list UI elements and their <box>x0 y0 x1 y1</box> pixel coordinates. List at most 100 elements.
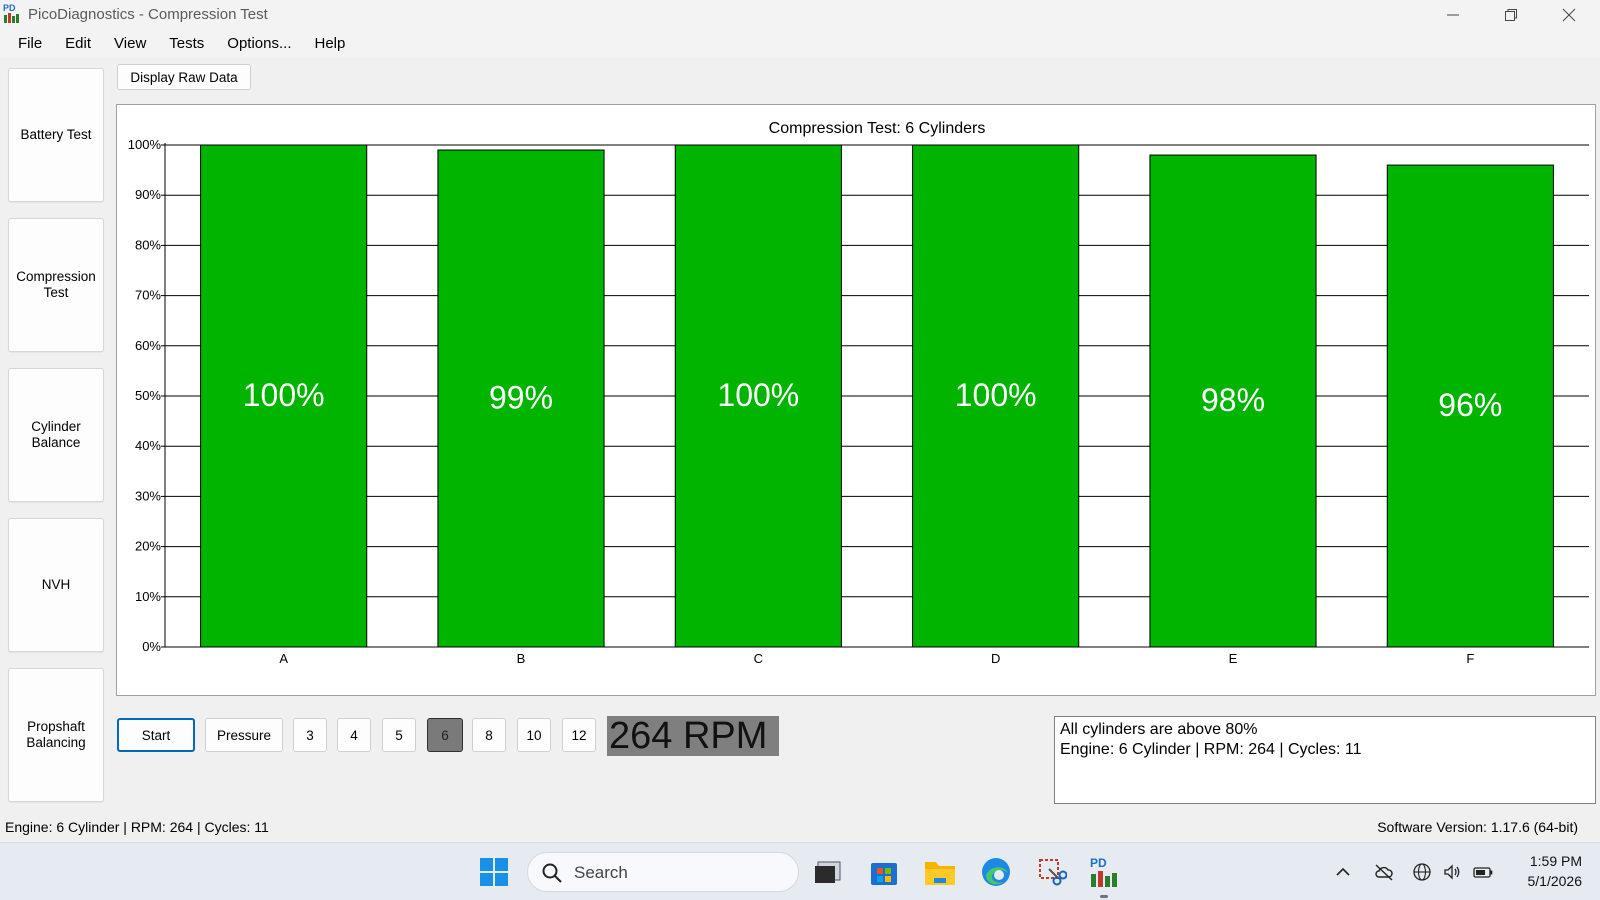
bar-data-label: 96% <box>1438 387 1502 423</box>
x-tick-label: B <box>517 651 526 666</box>
cylinders-10-button[interactable]: 10 <box>517 718 551 752</box>
snipping-tool-button[interactable] <box>1036 856 1068 888</box>
clock-date: 5/1/2026 <box>1527 873 1583 889</box>
menu-view[interactable]: View <box>114 30 146 58</box>
chevron-up-icon[interactable] <box>1333 862 1353 882</box>
edge-browser-button[interactable] <box>980 856 1012 888</box>
network-globe-icon[interactable] <box>1412 862 1432 882</box>
active-app-indicator <box>1100 895 1108 898</box>
y-tick-label: 50% <box>135 388 161 403</box>
edge-icon <box>982 858 1010 886</box>
restore-button[interactable] <box>1482 0 1540 30</box>
cylinders-6-label: 6 <box>441 727 449 743</box>
y-tick-label: 0% <box>142 639 161 654</box>
pressure-button[interactable]: Pressure <box>205 718 283 752</box>
menu-help[interactable]: Help <box>315 30 346 58</box>
svg-text:PD: PD <box>1090 856 1107 870</box>
y-tick-label: 40% <box>135 438 161 453</box>
compression-chart: Compression Test: 6 Cylinders 0% 10% 20% 30%… <box>128 120 1589 666</box>
y-tick-label: 80% <box>135 237 161 252</box>
menu-edit[interactable]: Edit <box>65 30 91 58</box>
start-button[interactable]: Start <box>117 718 195 752</box>
status-software-version: Software Version: 1.17.6 (64-bit) <box>1377 819 1578 835</box>
task-view-button[interactable] <box>812 856 844 888</box>
y-tick-label: 20% <box>135 539 161 554</box>
bar-data-label: 100% <box>243 377 325 413</box>
pressure-label: Pressure <box>216 727 272 743</box>
y-tick-label: 30% <box>135 488 161 503</box>
start-label: Start <box>141 727 171 743</box>
minimize-icon <box>1447 14 1459 16</box>
battery-test-label: Battery Test <box>20 127 92 142</box>
folder-icon <box>925 862 955 885</box>
app-icon: PD <box>3 2 21 23</box>
bar-data-label: 100% <box>717 377 799 413</box>
taskbar-search[interactable]: Search <box>527 852 799 892</box>
restore-icon <box>1505 9 1517 21</box>
status-engine-info: Engine: 6 Cylinder | RPM: 264 | Cycles: … <box>5 819 269 835</box>
y-tick-label: 90% <box>135 187 161 202</box>
volume-icon[interactable] <box>1442 862 1462 882</box>
cylinders-12-button[interactable]: 12 <box>562 718 596 752</box>
search-icon <box>542 863 562 883</box>
y-tick-label: 60% <box>135 338 161 353</box>
cylinders-8-label: 8 <box>485 727 493 743</box>
bar-data-label: 100% <box>955 377 1037 413</box>
compression-chart-panel: Compression Test: 6 Cylinders 0% 10% 20% 30%… <box>116 104 1596 696</box>
windows-logo-icon <box>480 858 508 886</box>
x-tick-label: D <box>991 651 1000 666</box>
taskbar-clock[interactable]: 1:59 PM 5/1/2026 <box>1506 851 1583 891</box>
chart-title: Compression Test: 6 Cylinders <box>769 120 986 137</box>
cylinders-3-label: 3 <box>306 727 314 743</box>
client-area: Battery Test Compression Test Cylinder B… <box>0 58 1600 842</box>
bar-data-label: 99% <box>489 380 553 416</box>
cylinder-balance-button[interactable]: Cylinder Balance <box>8 368 104 502</box>
y-tick-label: 10% <box>135 589 161 604</box>
window-title: PicoDiagnostics - Compression Test <box>28 6 268 23</box>
cylinders-10-label: 10 <box>526 727 542 743</box>
cylinder-balance-label: Cylinder Balance <box>31 419 81 450</box>
cylinders-4-button[interactable]: 4 <box>337 718 371 752</box>
menu-tests[interactable]: Tests <box>169 30 204 58</box>
start-menu-button[interactable] <box>478 856 510 888</box>
title-bar: PD PicoDiagnostics - Compression Test <box>0 0 1600 30</box>
result-engine-info: Engine: 6 Cylinder | RPM: 264 | Cycles: … <box>1060 741 1362 758</box>
cylinders-6-button[interactable]: 6 <box>427 718 463 752</box>
propshaft-balancing-button[interactable]: Propshaft Balancing <box>8 668 104 802</box>
minimize-button[interactable] <box>1424 0 1482 30</box>
cylinders-4-label: 4 <box>350 727 358 743</box>
battery-test-button[interactable]: Battery Test <box>8 68 104 202</box>
snipping-tool-icon <box>1039 859 1067 886</box>
cylinders-8-button[interactable]: 8 <box>472 718 506 752</box>
display-raw-data-button[interactable]: Display Raw Data <box>117 64 251 90</box>
result-summary: All cylinders are above 80% <box>1060 721 1258 738</box>
file-explorer-button[interactable] <box>924 856 956 888</box>
menu-options[interactable]: Options... <box>227 30 291 58</box>
compression-test-label: Compression Test <box>16 269 96 300</box>
x-tick-label: F <box>1466 651 1474 666</box>
compression-test-button[interactable]: Compression Test <box>8 218 104 352</box>
display-raw-data-label: Display Raw Data <box>130 69 238 85</box>
cloud-offline-icon[interactable] <box>1374 862 1394 882</box>
task-view-icon <box>815 861 841 883</box>
nvh-button[interactable]: NVH <box>8 518 104 652</box>
y-tick-label: 100% <box>128 137 162 152</box>
x-tick-label: A <box>279 651 288 666</box>
close-button[interactable] <box>1540 0 1598 30</box>
picodiagnostics-icon: PD <box>1090 856 1117 887</box>
cylinders-5-button[interactable]: 5 <box>382 718 416 752</box>
taskbar: Search PD 1:59 PM 5/1/2026 <box>0 842 1600 900</box>
microsoft-store-button[interactable] <box>868 856 900 888</box>
result-message-box: All cylinders are above 80% Engine: 6 Cy… <box>1054 716 1596 804</box>
cylinders-5-label: 5 <box>395 727 403 743</box>
battery-icon[interactable] <box>1473 862 1493 882</box>
menu-file[interactable]: File <box>18 30 42 58</box>
cylinders-3-button[interactable]: 3 <box>293 718 327 752</box>
y-tick-label: 70% <box>135 288 161 303</box>
status-bar: Engine: 6 Cylinder | RPM: 264 | Cycles: … <box>0 816 1600 840</box>
picodiagnostics-taskbar-button[interactable]: PD <box>1088 856 1120 888</box>
search-placeholder: Search <box>574 863 628 882</box>
clock-time: 1:59 PM <box>1529 853 1582 869</box>
bar-data-label: 98% <box>1201 382 1265 418</box>
store-icon <box>871 863 897 885</box>
